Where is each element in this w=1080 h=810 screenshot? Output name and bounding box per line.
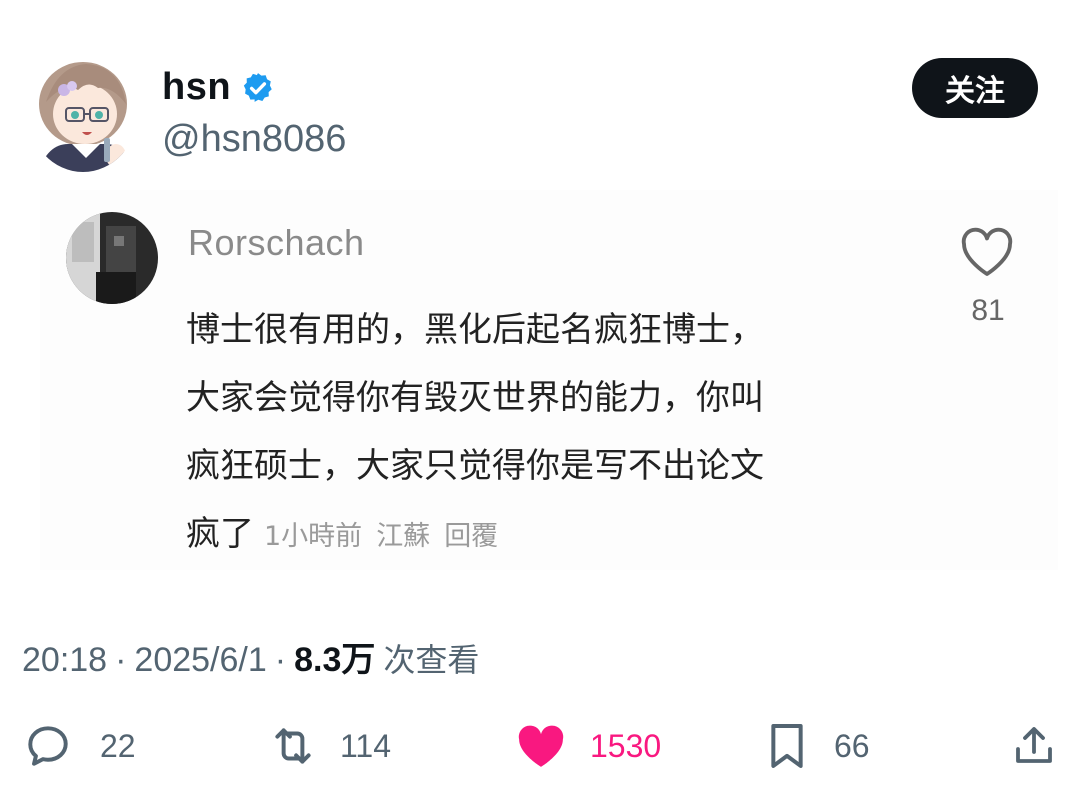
like-count: 1530 (590, 727, 662, 764)
comment-time: 1小時前 (264, 521, 363, 552)
comment-like-button[interactable] (958, 224, 1018, 280)
follow-button[interactable]: 关注 (912, 58, 1038, 118)
reply-button[interactable]: 22 (22, 718, 136, 774)
comment-line: 大家会觉得你有毁灭世界的能力，你叫 (186, 378, 764, 418)
author-avatar[interactable] (28, 52, 138, 172)
display-name-text: hsn (162, 66, 232, 108)
comment-text: 博士很有用的，黑化后起名疯狂博士， 大家会觉得你有毁灭世界的能力，你叫 疯狂硕士… (186, 296, 886, 571)
comment-author-avatar[interactable] (66, 212, 158, 304)
bookmark-count: 66 (834, 727, 870, 764)
comment-line: 博士很有用的，黑化后起名疯狂博士， (186, 310, 764, 350)
bookmark-button[interactable]: 66 (766, 718, 870, 774)
user-handle[interactable]: @hsn8086 (162, 118, 346, 161)
reply-count: 22 (100, 727, 136, 764)
bookmark-icon (771, 724, 803, 768)
comment-location: 江蘇 (376, 521, 431, 552)
separator-dot: · (274, 641, 287, 679)
repost-button[interactable]: 114 (266, 718, 391, 774)
separator-dot: · (115, 641, 127, 679)
comment-line: 疯狂硕士，大家只觉得你是写不出论文 (186, 446, 764, 486)
view-count[interactable]: 8.3万 (294, 632, 375, 681)
heart-filled-icon (518, 725, 564, 767)
comment-like-count: 81 (971, 294, 1005, 327)
like-button[interactable]: 1530 (516, 718, 661, 774)
post-view: hsn @hsn8086 关注 Rorschach 博士很有用的，黑化后起名疯狂… (0, 0, 1080, 810)
repost-count: 114 (340, 727, 392, 764)
heart-outline-icon (961, 227, 1013, 276)
comment-author-name[interactable]: Rorschach (188, 222, 365, 264)
post-time: 20:18 (22, 641, 108, 679)
comment-last-text: 疯了 (186, 514, 254, 554)
verified-badge-icon (241, 71, 275, 105)
reply-icon (28, 726, 68, 766)
share-button[interactable] (1010, 718, 1058, 774)
comment-meta: 1小時前 江蘇 回覆 (264, 521, 512, 552)
post-date: 2025/6/1 (134, 641, 267, 679)
post-stats-row: 20:18 · 2025/6/1 · 8.3万 次查看 (22, 632, 479, 681)
author-avatar-image (28, 52, 138, 172)
share-icon (1016, 727, 1052, 763)
display-name[interactable]: hsn (162, 66, 275, 109)
comment-avatar-image (66, 212, 158, 304)
view-count-label: 次查看 (383, 641, 480, 679)
comment-reply-button[interactable]: 回覆 (444, 521, 498, 552)
comment-line-last: 疯了 1小時前 江蘇 回覆 (186, 500, 886, 571)
repost-icon (275, 728, 311, 764)
